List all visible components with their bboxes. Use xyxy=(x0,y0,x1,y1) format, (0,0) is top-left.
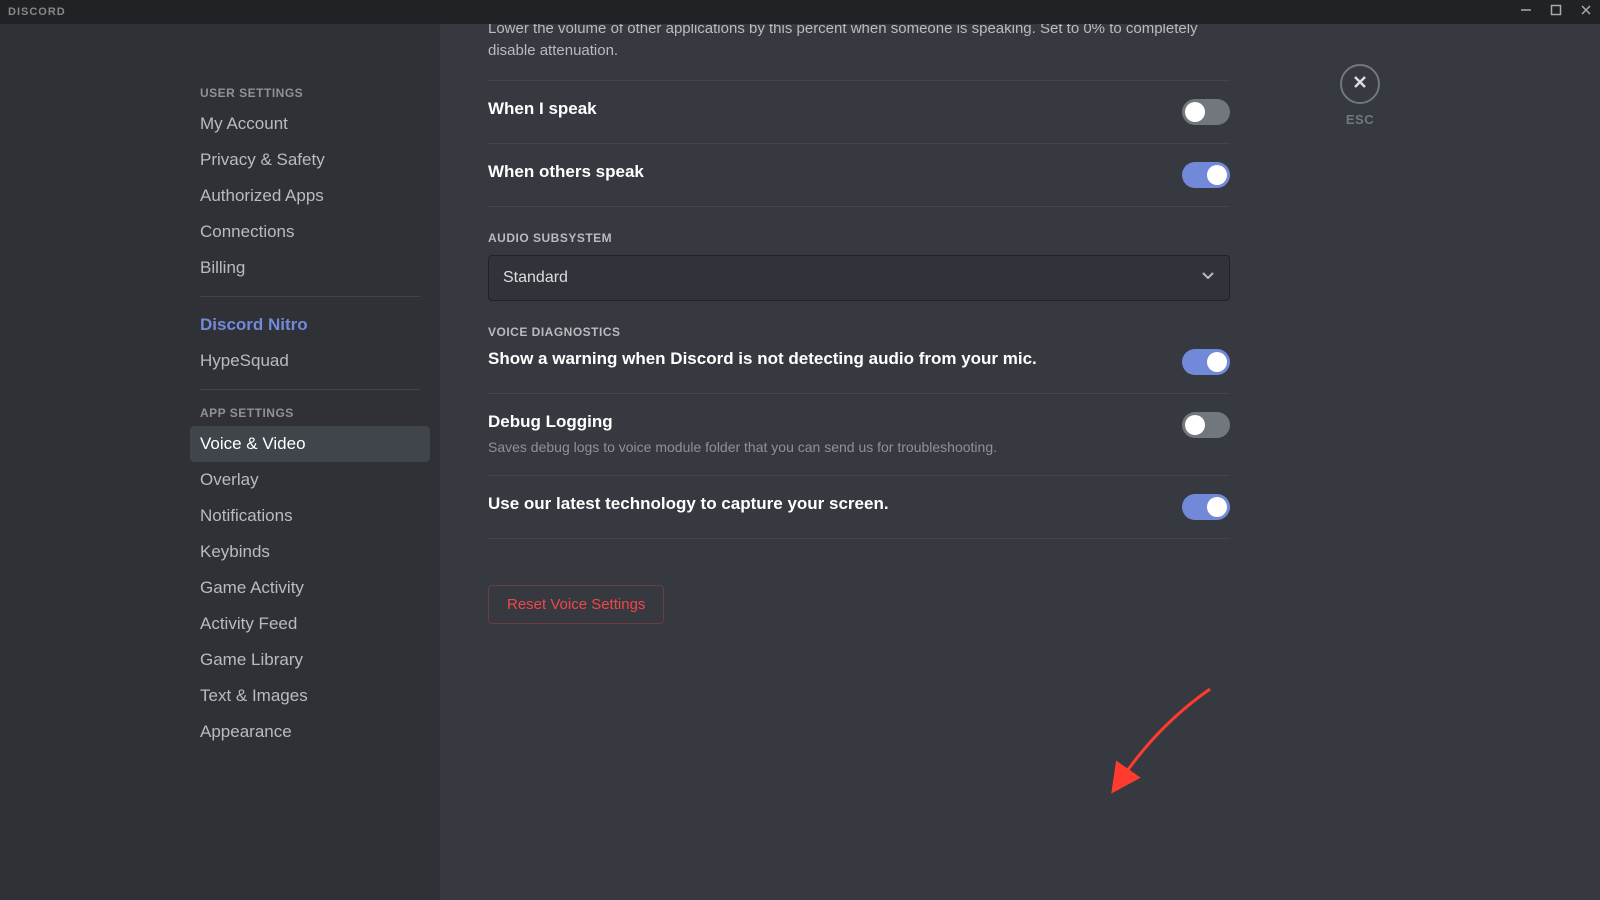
sidebar-separator xyxy=(200,389,420,390)
settings-content-area: Lower the volume of other applications b… xyxy=(440,24,1600,900)
row-when-others-speak: When others speak xyxy=(488,162,1230,188)
row-debug-logging: Debug Logging Saves debug logs to voice … xyxy=(488,412,1230,458)
toggle-when-i-speak[interactable] xyxy=(1182,99,1230,125)
sidebar-item[interactable]: Keybinds xyxy=(190,534,430,570)
sidebar-item[interactable]: Billing xyxy=(190,250,430,286)
reset-voice-settings-button[interactable]: Reset Voice Settings xyxy=(488,585,664,624)
section-voice-diagnostics: VOICE DIAGNOSTICS xyxy=(488,325,1230,339)
sidebar-item[interactable]: Appearance xyxy=(190,714,430,750)
select-value: Standard xyxy=(503,269,568,287)
esc-label: ESC xyxy=(1346,112,1374,127)
app-body: USER SETTINGS My AccountPrivacy & Safety… xyxy=(0,24,1600,900)
sidebar-item[interactable]: Text & Images xyxy=(190,678,430,714)
divider xyxy=(488,143,1230,144)
toggle-latest-tech[interactable] xyxy=(1182,494,1230,520)
divider xyxy=(488,393,1230,394)
maximize-icon[interactable] xyxy=(1550,3,1562,21)
row-label: Show a warning when Discord is not detec… xyxy=(488,349,1037,369)
window-controls xyxy=(1520,3,1592,21)
row-label: When others speak xyxy=(488,162,644,182)
row-description: Saves debug logs to voice module folder … xyxy=(488,438,997,458)
sidebar-item[interactable]: My Account xyxy=(190,106,430,142)
close-settings-button[interactable] xyxy=(1340,64,1380,104)
window-titlebar: DISCORD xyxy=(0,0,1600,24)
sidebar-item-hypesquad[interactable]: HypeSquad xyxy=(190,343,430,379)
app-brand: DISCORD xyxy=(8,6,66,18)
close-icon[interactable] xyxy=(1580,3,1592,21)
sidebar-item[interactable]: Connections xyxy=(190,214,430,250)
sidebar-item[interactable]: Activity Feed xyxy=(190,606,430,642)
sidebar-item[interactable]: Game Library xyxy=(190,642,430,678)
sidebar-item[interactable]: Voice & Video xyxy=(190,426,430,462)
row-label: When I speak xyxy=(488,99,597,119)
audio-subsystem-select[interactable]: Standard xyxy=(488,255,1230,301)
sidebar-item[interactable]: Notifications xyxy=(190,498,430,534)
minimize-icon[interactable] xyxy=(1520,3,1532,21)
sidebar-item[interactable]: Authorized Apps xyxy=(190,178,430,214)
toggle-diagnostics-warning[interactable] xyxy=(1182,349,1230,375)
toggle-when-others-speak[interactable] xyxy=(1182,162,1230,188)
sidebar-header-app: APP SETTINGS xyxy=(190,400,430,426)
divider xyxy=(488,80,1230,81)
divider xyxy=(488,206,1230,207)
settings-sidebar: USER SETTINGS My AccountPrivacy & Safety… xyxy=(190,24,440,900)
section-audio-subsystem: AUDIO SUBSYSTEM xyxy=(488,231,1230,245)
row-when-i-speak: When I speak xyxy=(488,99,1230,125)
sidebar-item[interactable]: Game Activity xyxy=(190,570,430,606)
sidebar-gutter xyxy=(0,24,190,900)
sidebar-item[interactable]: Overlay xyxy=(190,462,430,498)
row-label: Use our latest technology to capture you… xyxy=(488,494,889,514)
voice-video-panel: Lower the volume of other applications b… xyxy=(440,24,1270,900)
attenuation-description: Lower the volume of other applications b… xyxy=(488,24,1230,62)
row-diagnostics-warning: Show a warning when Discord is not detec… xyxy=(488,349,1230,375)
chevron-down-icon xyxy=(1201,268,1215,287)
row-label: Debug Logging xyxy=(488,412,997,432)
divider xyxy=(488,475,1230,476)
divider xyxy=(488,538,1230,539)
sidebar-separator xyxy=(200,296,420,297)
sidebar-item[interactable]: Privacy & Safety xyxy=(190,142,430,178)
close-icon xyxy=(1352,74,1368,95)
sidebar-item-nitro[interactable]: Discord Nitro xyxy=(190,307,430,343)
sidebar-header-user: USER SETTINGS xyxy=(190,80,430,106)
close-tools-column: ESC xyxy=(1270,24,1450,900)
toggle-debug-logging[interactable] xyxy=(1182,412,1230,438)
row-latest-tech: Use our latest technology to capture you… xyxy=(488,494,1230,520)
